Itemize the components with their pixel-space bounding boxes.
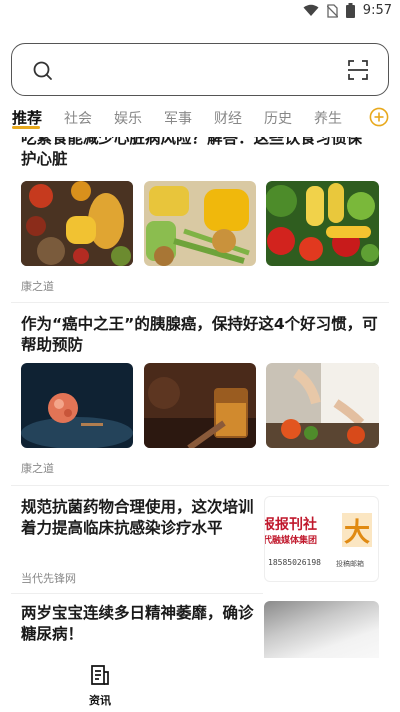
article-source: 当代先锋网 xyxy=(21,572,76,585)
battery-icon xyxy=(345,3,355,18)
no-sim-icon xyxy=(326,3,338,18)
article-title-line: 着力提高临床抗感染诊疗水平 xyxy=(21,519,223,537)
news-icon xyxy=(89,664,111,690)
corn-vegetables-image xyxy=(144,181,256,266)
tab-finance[interactable]: 财经 xyxy=(214,108,242,128)
divider xyxy=(11,485,389,486)
nav-news[interactable]: 资讯 xyxy=(78,664,122,708)
tab-recommend[interactable]: 推荐 xyxy=(12,107,42,128)
tab-society[interactable]: 社会 xyxy=(64,108,92,128)
cooking-image xyxy=(266,363,379,448)
article-title-line: 吃素食能减少心脏病风险？解答：这些饮食习惯保 xyxy=(21,137,363,147)
article-title-line: 两岁宝宝连续多日精神萎靡，确诊 xyxy=(21,604,254,622)
tab-health[interactable]: 养生 xyxy=(314,108,342,128)
vegetables-image xyxy=(21,181,133,266)
tab-entertainment[interactable]: 娱乐 xyxy=(114,108,142,128)
clock-time: 9:57 xyxy=(362,3,392,18)
banner-small-text: 投稿邮箱 xyxy=(336,560,364,568)
scan-icon[interactable] xyxy=(348,60,368,84)
tab-history[interactable]: 历史 xyxy=(264,108,292,128)
banner-big-char: 大 xyxy=(344,518,371,548)
article-title-line: 护心脏 xyxy=(21,150,68,168)
search-input[interactable] xyxy=(11,43,389,96)
tab-indicator xyxy=(12,126,40,129)
article-title-line: 规范抗菌药物合理使用，这次培训 xyxy=(21,498,254,516)
banner-text: 报报刊社 xyxy=(264,517,317,533)
bottom-nav: 资讯 xyxy=(0,658,400,712)
cell-image xyxy=(21,363,133,448)
article-source: 康之道 xyxy=(21,462,54,475)
divider xyxy=(11,302,389,303)
status-bar: 9:57 xyxy=(0,0,400,24)
tea-image xyxy=(144,363,256,448)
search-icon xyxy=(32,60,54,86)
article-title-line: 帮助预防 xyxy=(21,336,84,354)
banner-subtext: 代融媒体集团 xyxy=(264,536,318,546)
category-tabs: 推荐 社会 娱乐 军事 财经 历史 养生 xyxy=(0,104,400,132)
fresh-produce-image xyxy=(266,181,379,266)
nav-news-label: 资讯 xyxy=(89,694,111,707)
banner-phone: 18585026198 xyxy=(268,558,321,567)
newspaper-banner-image: 报报刊社 代融媒体集团 18585026198 大 投稿邮箱 xyxy=(264,496,379,582)
article-source: 康之道 xyxy=(21,280,54,293)
tab-military[interactable]: 军事 xyxy=(164,108,192,128)
article-title-line: 糖尿病！ xyxy=(21,625,84,643)
add-tab-icon[interactable] xyxy=(369,107,389,131)
wifi-icon xyxy=(303,4,319,17)
article-title-line: 作为“癌中之王”的胰腺癌，保持好这4个好习惯，可 xyxy=(21,315,378,333)
divider xyxy=(11,593,263,594)
